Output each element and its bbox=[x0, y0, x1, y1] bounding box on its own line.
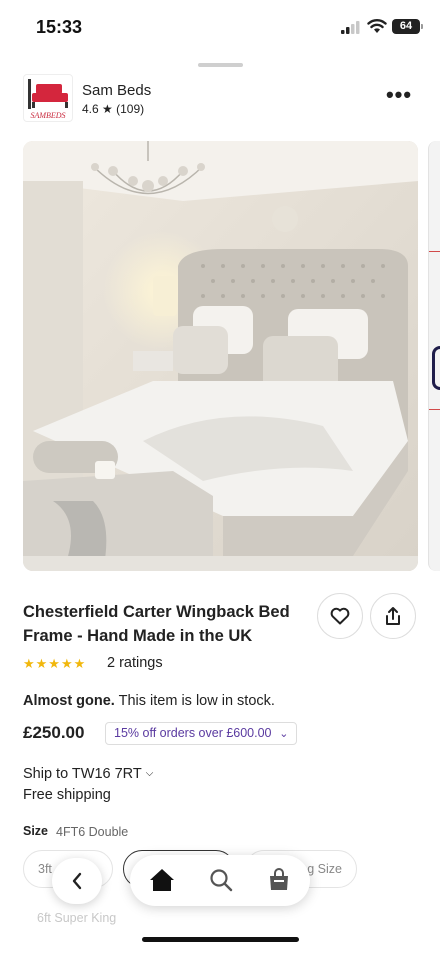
shop-name[interactable]: Sam Beds bbox=[82, 82, 151, 99]
battery-icon: 64 bbox=[392, 19, 423, 34]
shop-logo-text: SAMBEDS bbox=[30, 111, 66, 120]
more-options-button[interactable]: ••• bbox=[385, 84, 413, 110]
favorite-button[interactable] bbox=[317, 593, 363, 639]
wifi-icon bbox=[367, 19, 387, 33]
chevron-left-icon bbox=[72, 872, 82, 890]
size-selected-value: 4FT6 Double bbox=[56, 825, 129, 839]
ratings-count[interactable]: 2 ratings bbox=[107, 655, 163, 671]
stock-status-bold: Almost gone. bbox=[23, 693, 115, 709]
size-option-super-king[interactable]: 6ft Super King bbox=[37, 911, 116, 925]
shipping-info: Free shipping bbox=[23, 787, 111, 803]
back-button[interactable] bbox=[52, 858, 102, 904]
product-image[interactable] bbox=[23, 141, 418, 571]
home-indicator[interactable] bbox=[142, 937, 299, 942]
shop-rating: 4.6 ★ (109) bbox=[82, 102, 145, 116]
chevron-down-icon: ⌄ bbox=[279, 728, 289, 740]
chevron-down-icon: ⌵ bbox=[145, 768, 154, 779]
next-image-peek[interactable] bbox=[428, 141, 440, 571]
home-icon[interactable] bbox=[149, 868, 175, 892]
size-label: Size bbox=[23, 824, 49, 838]
shop-logo[interactable]: SAMBEDS bbox=[23, 74, 73, 122]
stock-status-text: This item is low in stock. bbox=[114, 693, 275, 709]
size-option-label: g Size bbox=[307, 862, 342, 876]
search-icon[interactable] bbox=[209, 868, 233, 892]
bottom-nav bbox=[130, 855, 310, 906]
heart-icon bbox=[330, 607, 350, 625]
product-title: Chesterfield Carter Wingback Bed Frame -… bbox=[23, 603, 290, 645]
star-rating-icon: ★★★★★ bbox=[23, 656, 87, 671]
promo-text: 15% off orders over £600.00 bbox=[114, 726, 272, 740]
size-option-label: 3ft bbox=[38, 862, 52, 876]
price: £250.00 bbox=[23, 723, 85, 742]
peek-line-bottom bbox=[429, 409, 440, 410]
stock-status: Almost gone. This item is low in stock. bbox=[23, 693, 275, 709]
promo-dropdown[interactable]: 15% off orders over £600.00 ⌄ bbox=[105, 722, 297, 745]
sheet-grab-handle[interactable] bbox=[198, 63, 243, 67]
share-icon bbox=[386, 607, 400, 625]
bedroom-photo bbox=[23, 141, 418, 571]
share-button[interactable] bbox=[370, 593, 416, 639]
signal-icon bbox=[341, 21, 360, 34]
peek-line-top bbox=[429, 251, 440, 252]
ship-to-selector[interactable]: Ship to TW16 7RT ⌵ bbox=[23, 766, 153, 782]
bed-logo-icon bbox=[28, 79, 68, 109]
ship-to-text: Ship to TW16 7RT bbox=[23, 766, 142, 782]
peek-graphic bbox=[432, 346, 440, 390]
status-time: 15:33 bbox=[36, 17, 83, 37]
cart-icon[interactable] bbox=[267, 868, 291, 892]
status-bar: 15:33 64 bbox=[0, 0, 440, 56]
